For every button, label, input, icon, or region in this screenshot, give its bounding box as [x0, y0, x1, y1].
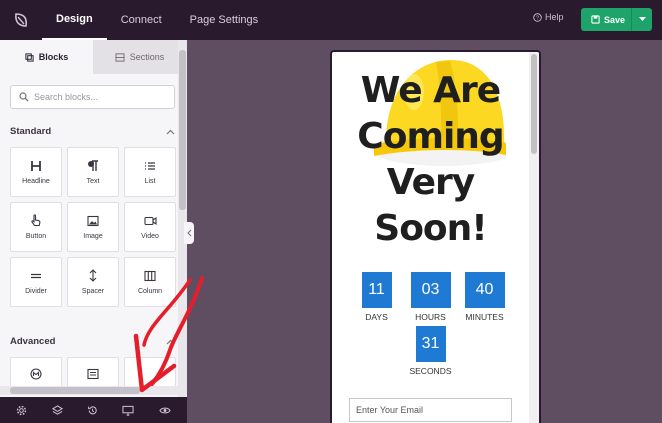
block-list[interactable]: List	[124, 147, 176, 197]
block-label: Spacer	[81, 288, 105, 295]
save-options-dropdown[interactable]	[632, 8, 652, 31]
svg-text:?: ?	[536, 15, 539, 21]
block-label: Button	[25, 233, 47, 240]
top-nav: Design Connect Page Settings	[42, 0, 272, 40]
countdown-hours: 03 HOURS	[409, 272, 453, 322]
countdown-value: 11	[361, 272, 392, 308]
search-icon	[19, 92, 29, 102]
column-icon	[144, 270, 156, 281]
help-icon: ?	[533, 12, 542, 22]
block-video[interactable]: Video	[124, 202, 176, 252]
standard-section-header[interactable]: Standard	[10, 126, 175, 137]
image-icon	[87, 215, 99, 226]
scrollbar-thumb[interactable]	[531, 54, 537, 154]
block-image[interactable]: Image	[67, 202, 119, 252]
scrollbar-thumb[interactable]	[179, 50, 186, 210]
countdown-value: 31	[415, 326, 446, 362]
tab-design[interactable]: Design	[42, 0, 107, 40]
sections-icon	[115, 52, 125, 62]
block-spacer[interactable]: Spacer	[67, 257, 119, 307]
chevron-up-icon	[166, 339, 175, 344]
coming-soon-headline[interactable]: We Are Coming Very Soon!	[332, 68, 529, 252]
sidebar-collapse-handle[interactable]	[184, 222, 194, 244]
tab-sections[interactable]: Sections	[93, 40, 186, 74]
spacer-icon	[89, 269, 97, 282]
block-label: Text	[86, 177, 100, 185]
block-headline[interactable]: Headline	[10, 147, 62, 197]
tab-blocks[interactable]: Blocks	[0, 40, 93, 74]
search-input[interactable]	[34, 92, 164, 102]
chevron-up-icon	[166, 129, 175, 134]
eye-preview-icon[interactable]	[159, 405, 171, 416]
standard-blocks-grid: Headline Text List Button Image Video Di…	[10, 147, 178, 307]
help-label: Help	[545, 12, 564, 22]
blocks-icon	[25, 52, 34, 62]
optin-form-icon	[30, 368, 42, 380]
block-label: Column	[137, 287, 163, 295]
block-button[interactable]: Button	[10, 202, 62, 252]
top-bar: Design Connect Page Settings ? Help Save	[0, 0, 662, 40]
email-input[interactable]: Enter Your Email	[349, 398, 512, 422]
block-label: Headline	[22, 177, 50, 185]
help-link[interactable]: ? Help	[533, 12, 564, 22]
countdown-unit: DAYS	[365, 312, 388, 322]
block-column[interactable]: Column	[124, 257, 176, 307]
countdown-minutes: 40 MINUTES	[463, 272, 507, 322]
pointer-icon	[31, 214, 41, 227]
advanced-title: Advanced	[10, 336, 56, 347]
divider-icon	[31, 273, 41, 278]
sidebar: Blocks Sections Standard Headline Text L…	[0, 40, 187, 423]
countdown-value: 03	[410, 272, 451, 308]
sidebar-tabs: Blocks Sections	[0, 40, 187, 74]
seedprod-logo-icon[interactable]	[0, 0, 42, 40]
history-icon[interactable]	[87, 405, 98, 416]
video-icon	[143, 216, 157, 225]
standard-title: Standard	[10, 126, 52, 137]
countdown-unit: HOURS	[415, 312, 446, 322]
save-button[interactable]: Save	[581, 8, 632, 31]
form-icon	[87, 368, 99, 380]
bottom-toolbar	[0, 397, 187, 423]
countdown-value: 40	[464, 272, 505, 308]
layers-icon[interactable]	[51, 404, 63, 416]
block-text[interactable]: Text	[67, 147, 119, 197]
headline-icon	[31, 160, 41, 171]
save-label: Save	[604, 14, 626, 25]
tab-connect[interactable]: Connect	[107, 0, 176, 40]
block-search	[10, 85, 175, 109]
caret-down-icon	[638, 17, 646, 21]
block-label: Video	[141, 232, 159, 240]
countdown-seconds: 31 SECONDS	[409, 326, 453, 376]
block-label: Divider	[25, 287, 47, 295]
list-icon	[145, 161, 155, 170]
sidebar-horizontal-scrollbar[interactable]	[0, 386, 187, 395]
countdown-row-2: 31 SECONDS	[332, 326, 529, 376]
countdown-unit: SECONDS	[409, 366, 452, 376]
countdown-unit: MINUTES	[465, 312, 504, 322]
save-icon	[591, 15, 600, 24]
desktop-preview-icon[interactable]	[122, 405, 134, 416]
countdown-days: 11 DAYS	[355, 272, 399, 322]
tab-sections-label: Sections	[129, 52, 165, 62]
block-divider[interactable]: Divider	[10, 257, 62, 307]
block-label: Image	[83, 232, 103, 240]
tab-blocks-label: Blocks	[38, 52, 69, 62]
mobile-preview-frame: We Are Coming Very Soon! 11 DAYS 03 HOUR…	[330, 50, 541, 423]
preview-scrollbar[interactable]	[529, 52, 539, 423]
advanced-section-header[interactable]: Advanced	[10, 336, 175, 347]
block-label: List	[144, 177, 156, 185]
gear-icon[interactable]	[16, 405, 27, 416]
countdown-row: 11 DAYS 03 HOURS 40 MINUTES	[332, 272, 529, 322]
paragraph-icon	[88, 159, 98, 171]
chevron-left-icon	[186, 229, 191, 237]
tab-page-settings[interactable]: Page Settings	[176, 0, 273, 40]
save-button-group: Save	[581, 8, 652, 31]
scrollbar-thumb[interactable]	[10, 387, 140, 394]
